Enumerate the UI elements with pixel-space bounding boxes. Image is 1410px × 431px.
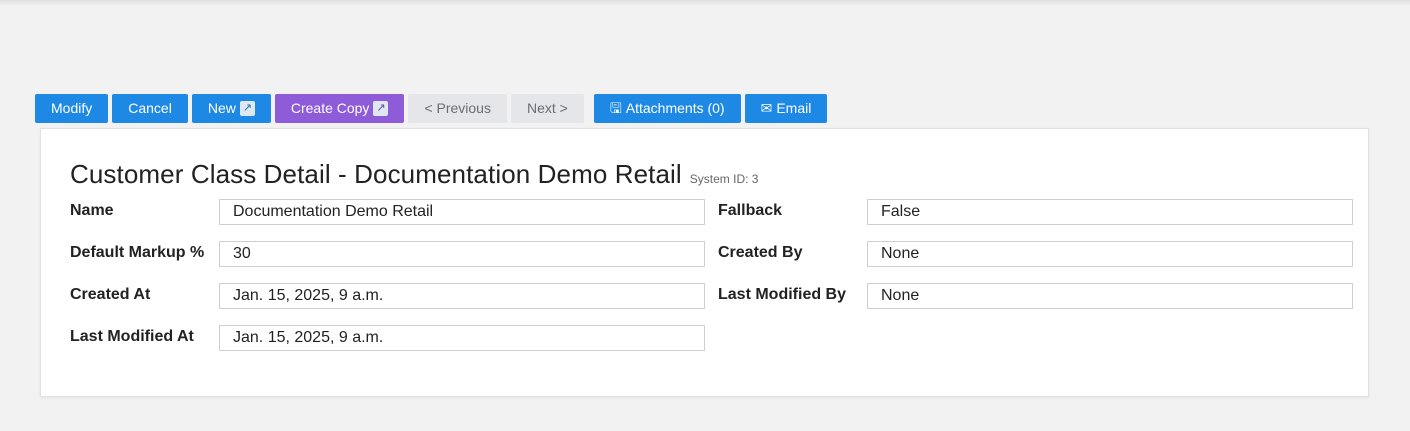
previous-button[interactable]: < Previous — [408, 94, 507, 123]
fallback-label: Fallback — [718, 202, 783, 219]
next-button-label: Next > — [526, 100, 568, 116]
detail-panel: Customer Class Detail - Documentation De… — [40, 128, 1369, 397]
created-by-field: None — [867, 241, 1353, 267]
external-link-icon: ↗ — [239, 101, 255, 116]
top-shadow — [0, 0, 1410, 6]
modify-button-label: Modify — [51, 100, 93, 116]
name-label: Name — [70, 202, 114, 219]
cancel-button-label: Cancel — [128, 100, 172, 116]
default-markup-label: Default Markup % — [70, 244, 205, 261]
title-row: Customer Class Detail - Documentation De… — [70, 159, 758, 190]
new-button-label: New — [207, 100, 236, 116]
cancel-button[interactable]: Cancel — [112, 94, 188, 123]
attachments-button[interactable]: 🖫 Attachments (0) — [593, 94, 741, 123]
email-button[interactable]: ✉ Email — [744, 94, 828, 123]
create-copy-button[interactable]: Create Copy ↗ — [274, 94, 405, 123]
system-id-label: System ID: 3 — [689, 172, 759, 186]
previous-button-label: < Previous — [424, 100, 491, 116]
email-button-label: Email — [776, 100, 812, 116]
created-at-field: Jan. 15, 2025, 9 a.m. — [219, 283, 705, 309]
last-modified-by-label: Last Modified By — [718, 286, 847, 303]
page-title: Customer Class Detail - Documentation De… — [70, 159, 682, 189]
modify-button[interactable]: Modify — [35, 94, 109, 123]
fallback-field: False — [867, 199, 1353, 225]
last-modified-at-label: Last Modified At — [70, 328, 194, 345]
envelope-icon: ✉ — [760, 100, 773, 116]
created-by-label: Created By — [718, 244, 803, 261]
new-button[interactable]: New ↗ — [191, 94, 271, 123]
last-modified-by-field: None — [867, 283, 1353, 309]
next-button[interactable]: Next > — [510, 94, 584, 123]
floppy-disk-icon: 🖫 — [609, 100, 622, 116]
action-toolbar: Modify Cancel New ↗ Create Copy ↗ < Prev… — [35, 94, 828, 123]
create-copy-button-label: Create Copy — [290, 100, 370, 116]
last-modified-at-field: Jan. 15, 2025, 9 a.m. — [219, 325, 705, 351]
default-markup-field: 30 — [219, 241, 705, 267]
name-field: Documentation Demo Retail — [219, 199, 705, 225]
external-link-icon: ↗ — [373, 101, 389, 116]
created-at-label: Created At — [70, 286, 151, 303]
attachments-button-label: Attachments (0) — [625, 100, 725, 116]
